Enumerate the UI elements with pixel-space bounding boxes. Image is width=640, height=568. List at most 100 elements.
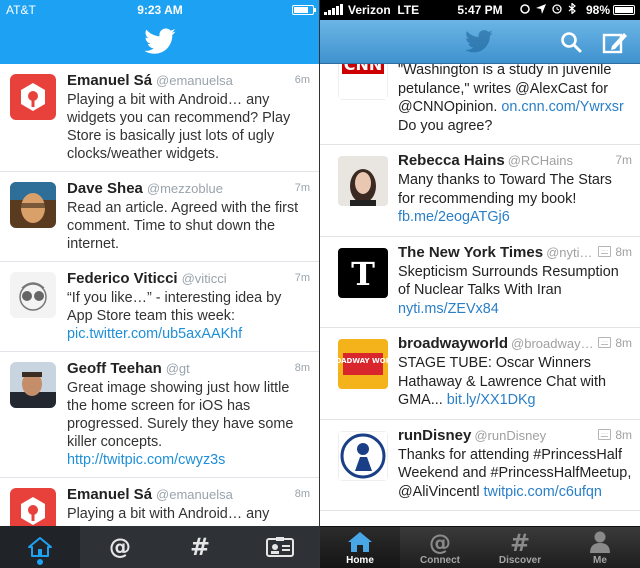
svg-text:@: @ — [109, 535, 131, 560]
nav-bar — [320, 20, 640, 64]
author-name[interactable]: Federico Viticci — [67, 270, 178, 287]
tab-discover[interactable]: # Discover — [480, 527, 560, 568]
tweet-link[interactable]: fb.me/2eogATGj6 — [398, 209, 510, 225]
tweet-link[interactable]: pic.twitter.com/ub5axAAKhf — [67, 326, 242, 342]
tab-home[interactable]: Home — [320, 527, 400, 568]
system-icons — [520, 2, 576, 16]
tweet-age: 8m — [294, 362, 310, 374]
twitter-bird-icon — [144, 28, 176, 54]
nav-bar — [0, 20, 320, 64]
hashtag-icon: # — [510, 530, 530, 554]
tweet-row[interactable]: Geoff Teehan @gt 8m Great image showing j… — [0, 352, 320, 478]
status-bar: Verizon LTE 5:47 PM 98% — [320, 0, 640, 20]
alarm-clock-icon — [552, 4, 562, 14]
tweet-age-value: 8m — [615, 336, 632, 350]
avatar[interactable]: T — [338, 247, 388, 298]
tweet-link[interactable]: bit.ly/XX1DKg — [447, 392, 536, 408]
tweet-age: 8m — [598, 336, 632, 350]
author-handle: @runDisney — [474, 427, 547, 443]
right-screen: CNN "Washington is a study in juvenile p… — [320, 0, 640, 568]
tweet-link[interactable]: twitpic.com/c6ufqn — [484, 484, 602, 500]
avatar[interactable] — [338, 156, 388, 206]
tweet-age: 7m — [294, 182, 310, 194]
tweet-link[interactable]: nyti.ms/ZEVx84 — [398, 301, 499, 317]
timeline[interactable]: CNN "Washington is a study in juvenile p… — [320, 52, 640, 526]
author-handle: @gt — [165, 361, 190, 376]
tweet-row[interactable]: Emanuel Sá @emanuelsa 8m Playing a bit wi… — [0, 478, 320, 526]
tab-label: Discover — [498, 555, 542, 566]
tweet-row[interactable]: Federico Viticci @viticci 7m “If you like… — [0, 262, 320, 352]
unread-dot — [37, 559, 43, 565]
tweet-row[interactable]: BROADWAY WORLD broadwayworld@broadway… 8… — [320, 328, 640, 420]
author-name[interactable]: The New York Times — [398, 244, 543, 261]
author-name[interactable]: Geoff Teehan — [67, 360, 162, 377]
author-name[interactable]: Dave Shea — [67, 180, 143, 197]
broadwayworld-logo-text: BROADWAY WORLD — [338, 357, 388, 365]
tweet-text: “If you like…” - interesting idea by App… — [67, 289, 310, 343]
tab-home[interactable] — [0, 526, 80, 568]
author-handle: @emanuelsa — [156, 73, 233, 88]
tweet-body: Skepticism Surrounds Resumption of Nucle… — [398, 263, 619, 299]
tweet-age: 8m — [598, 245, 632, 259]
author-name[interactable]: runDisney — [398, 427, 471, 444]
search-icon[interactable] — [556, 28, 586, 56]
tweet-row[interactable]: CNN "Washington is a study in juvenile p… — [320, 52, 640, 145]
author-handle: @mezzoblue — [146, 181, 223, 196]
tab-label: Connect — [420, 555, 460, 566]
compose-icon[interactable] — [600, 28, 630, 56]
tweet-age: 7m — [294, 272, 310, 284]
avatar[interactable] — [10, 362, 56, 408]
home-icon — [348, 532, 372, 552]
tweet-body: Many thanks to Toward The Stars for reco… — [398, 172, 612, 207]
tweet-age: 8m — [294, 488, 310, 500]
avatar[interactable] — [338, 430, 388, 481]
tweet-text: Skepticism Surrounds Resumption of Nucle… — [398, 263, 632, 319]
location-arrow-icon — [535, 4, 546, 14]
avatar[interactable]: BROADWAY WORLD — [338, 339, 388, 389]
tweet-row[interactable]: T The New York Times @nyti… 8m Skepticism… — [320, 237, 640, 328]
tweet-text: Thanks for attending #PrincessHalf Weeke… — [398, 446, 632, 502]
tab-discover[interactable]: # — [160, 526, 240, 568]
author-name[interactable]: Rebecca Hains — [398, 152, 505, 169]
svg-text:T: T — [351, 255, 375, 293]
author-name[interactable]: Emanuel Sá — [67, 486, 152, 503]
article-icon — [598, 337, 612, 348]
tweet-link[interactable]: http://twitpic.com/cwyz3s — [67, 452, 225, 468]
tweet-row[interactable]: Dave Shea @mezzoblue 7m Read an article. … — [0, 172, 320, 262]
profile-card-icon — [266, 537, 294, 557]
timeline[interactable]: Emanuel Sá @emanuelsa 6m Playing a bit wi… — [0, 64, 320, 526]
tab-connect[interactable]: @ — [80, 526, 160, 568]
tab-me[interactable]: Me — [560, 527, 640, 568]
tab-label: Me — [593, 555, 607, 566]
avatar[interactable] — [10, 488, 56, 526]
tweet-text: Many thanks to Toward The Stars for reco… — [398, 171, 632, 227]
author-name[interactable]: Emanuel Sá — [67, 72, 152, 89]
tweet-age-value: 8m — [615, 244, 632, 259]
bluetooth-icon — [568, 2, 576, 15]
tweet-link[interactable]: on.cnn.com/Ywrxsr — [501, 99, 623, 115]
tab-bar: @ # — [0, 526, 320, 568]
tweet-age: 8m — [598, 428, 632, 442]
battery-percent: 98% — [585, 3, 610, 17]
tweet-row[interactable]: Emanuel Sá @emanuelsa 6m Playing a bit wi… — [0, 64, 320, 172]
status-bar: AT&T 9:23 AM — [0, 0, 320, 20]
tab-connect[interactable]: @ Connect — [400, 527, 480, 568]
tweet-text: STAGE TUBE: Oscar Winners Hathaway & Law… — [398, 354, 632, 410]
tab-me[interactable] — [240, 526, 320, 568]
left-screen: AT&T 9:23 AM Emanuel Sá @emanuelsa 6m Pla… — [0, 0, 320, 568]
home-icon — [28, 537, 52, 557]
svg-text:#: # — [510, 530, 530, 554]
avatar[interactable] — [10, 74, 56, 120]
at-sign-icon: @ — [109, 535, 131, 560]
avatar[interactable] — [10, 182, 56, 228]
tweet-text: Playing a bit with Android… any — [67, 506, 270, 522]
tweet-text: Playing a bit with Android… any widgets … — [67, 92, 291, 162]
avatar[interactable] — [10, 272, 56, 318]
battery-icon — [613, 5, 635, 15]
tweet-row[interactable]: runDisney @runDisney 8m Thanks for attend… — [320, 420, 640, 511]
author-name[interactable]: broadwayworld — [398, 335, 508, 352]
tweet-age: 7m — [615, 153, 632, 167]
tweet-row[interactable]: Rebecca Hains @RCHains 7m Many thanks to … — [320, 145, 640, 237]
status-time: 9:23 AM — [137, 3, 183, 17]
tab-label: Home — [346, 555, 374, 566]
